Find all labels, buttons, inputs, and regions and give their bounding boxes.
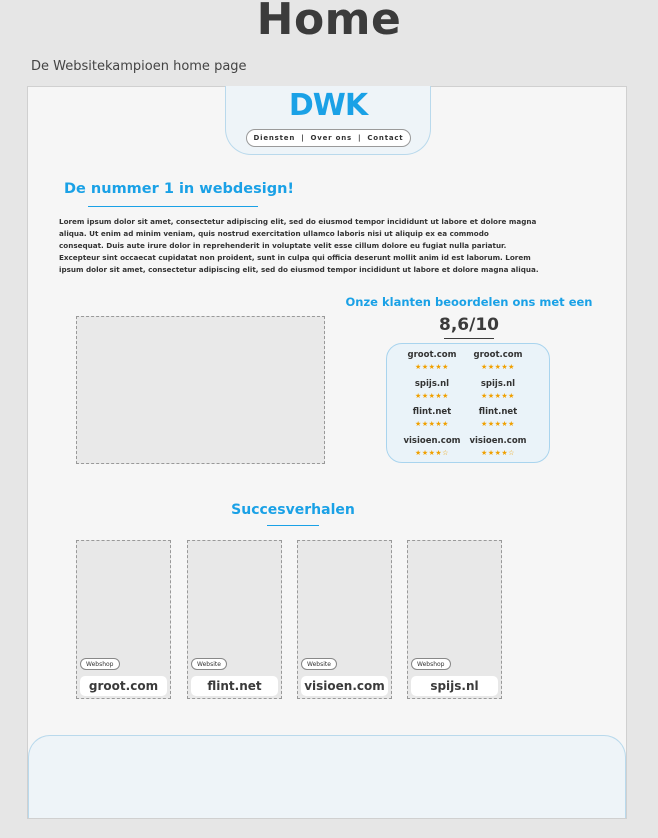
footer (28, 735, 626, 818)
review-item: spijs.nl ★★★★★ (463, 379, 533, 402)
review-site: flint.net (478, 407, 518, 417)
review-site: groot.com (407, 350, 457, 360)
hero-title-underline (88, 206, 258, 207)
case-card-flint[interactable]: Website flint.net (187, 540, 282, 699)
review-item: flint.net ★★★★★ (463, 407, 533, 430)
review-site: groot.com (473, 350, 523, 360)
review-stars: ★★★★★ (415, 363, 449, 371)
hero-image-placeholder (76, 316, 325, 464)
hero-body-line: Lorem ipsum dolor sit amet, consectetur … (59, 217, 537, 226)
nav-bar: Diensten | Over ons | Contact (246, 129, 411, 147)
review-item: visioen.com ★★★★☆ (397, 436, 467, 459)
success-title-underline (267, 525, 319, 526)
review-stars: ★★★★★ (481, 392, 515, 400)
review-stars: ★★★★★ (481, 363, 515, 371)
success-title: Succesverhalen (231, 502, 355, 518)
review-site: visioen.com (403, 436, 461, 446)
rating-score-underline (444, 338, 494, 339)
review-stars: ★★★★☆ (415, 449, 449, 457)
review-item: visioen.com ★★★★☆ (463, 436, 533, 459)
review-stars: ★★★★★ (415, 392, 449, 400)
hero-body-line: Excepteur sint occaecat cupidatat non pr… (59, 253, 531, 262)
nav-item-over-ons[interactable]: Over ons (310, 134, 352, 142)
review-item: spijs.nl ★★★★★ (397, 379, 467, 402)
case-card-groot[interactable]: Webshop groot.com (76, 540, 171, 699)
hero-title: De nummer 1 in webdesign! (64, 181, 295, 197)
logo[interactable]: DWK (226, 88, 430, 123)
review-site: spijs.nl (480, 379, 516, 389)
review-stars: ★★★★☆ (481, 449, 515, 457)
hero-body-line: aliqua. Ut enim ad minim veniam, quis no… (59, 229, 489, 238)
case-card-spijs[interactable]: Webshop spijs.nl (407, 540, 502, 699)
rating-title: Onze klanten beoordelen ons met een (345, 295, 593, 309)
case-name[interactable]: groot.com (80, 676, 167, 696)
review-item: groot.com ★★★★★ (463, 350, 533, 373)
nav-separator: | (301, 134, 305, 142)
review-stars: ★★★★★ (481, 420, 515, 428)
case-name[interactable]: flint.net (191, 676, 278, 696)
page-frame: DWK Diensten | Over ons | Contact De num… (27, 86, 627, 819)
review-item: flint.net ★★★★★ (397, 407, 467, 430)
nav-separator: | (358, 134, 362, 142)
review-stars: ★★★★★ (415, 420, 449, 428)
header: DWK Diensten | Over ons | Contact (225, 86, 431, 155)
case-name[interactable]: spijs.nl (411, 676, 498, 696)
review-site: spijs.nl (414, 379, 450, 389)
page-caption: De Websitekampioen home page (31, 59, 247, 74)
case-badge: Website (191, 658, 227, 670)
hero-body-line: consequat. Duis aute irure dolor in repr… (59, 241, 507, 250)
rating-score: 8,6/10 (439, 315, 499, 335)
review-site: visioen.com (469, 436, 527, 446)
reviews-box: groot.com ★★★★★ groot.com ★★★★★ spijs.nl… (386, 343, 550, 463)
hero-body: Lorem ipsum dolor sit amet, consectetur … (59, 216, 539, 276)
case-badge: Website (301, 658, 337, 670)
case-badge: Webshop (411, 658, 451, 670)
nav-item-contact[interactable]: Contact (367, 134, 403, 142)
case-badge: Webshop (80, 658, 120, 670)
review-item: groot.com ★★★★★ (397, 350, 467, 373)
page-title: Home (256, 0, 402, 45)
hero-body-line: ipsum dolor sit amet, consectetur adipis… (59, 265, 539, 274)
case-card-visioen[interactable]: Website visioen.com (297, 540, 392, 699)
case-name[interactable]: visioen.com (301, 676, 388, 696)
review-site: flint.net (412, 407, 452, 417)
nav-item-diensten[interactable]: Diensten (254, 134, 296, 142)
